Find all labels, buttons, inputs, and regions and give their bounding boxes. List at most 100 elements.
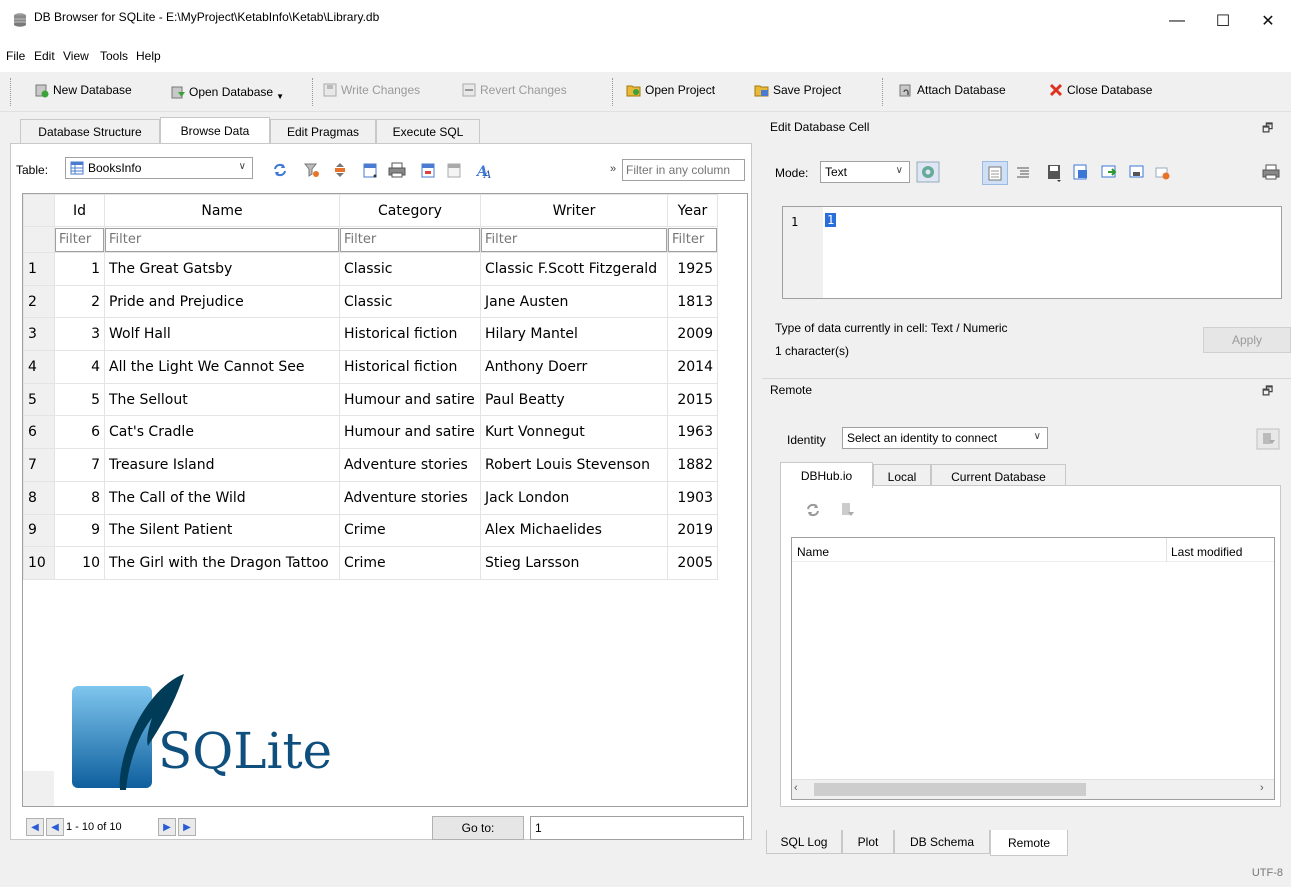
- clear-filters-icon[interactable]: [304, 162, 320, 178]
- find-replace-icon[interactable]: AA: [476, 162, 494, 180]
- cell-id[interactable]: 8: [54, 480, 105, 515]
- export-file-icon[interactable]: [1072, 163, 1090, 181]
- cell-id[interactable]: 6: [54, 415, 105, 450]
- maximize-button[interactable]: ☐: [1200, 0, 1246, 42]
- cell-name[interactable]: Cat's Cradle: [104, 415, 340, 450]
- cell-writer[interactable]: Robert Louis Stevenson: [480, 448, 668, 482]
- save-project-button[interactable]: Save Project: [754, 82, 841, 98]
- cell-writer[interactable]: Jane Austen: [480, 284, 668, 319]
- indent-icon[interactable]: [1016, 166, 1030, 180]
- cell-editor[interactable]: 1 1: [782, 206, 1282, 299]
- first-record-button[interactable]: ◀: [26, 818, 44, 836]
- tab-remote[interactable]: Remote: [990, 830, 1068, 856]
- table-row[interactable]: 3 3 Wolf Hall Historical fiction Hilary Mant…: [23, 317, 718, 352]
- column-header-name[interactable]: Name: [104, 194, 340, 227]
- column-header-year[interactable]: Year: [667, 194, 718, 227]
- menu-view[interactable]: View: [63, 49, 89, 63]
- new-database-button[interactable]: New Database: [34, 82, 132, 98]
- minimize-button[interactable]: —: [1154, 0, 1200, 42]
- cell-name[interactable]: Wolf Hall: [104, 317, 340, 352]
- table-select[interactable]: BooksInfo ∨: [65, 157, 253, 179]
- previous-record-button[interactable]: ◀: [46, 818, 64, 836]
- row-number[interactable]: 1: [23, 252, 55, 286]
- goto-button[interactable]: Go to:: [432, 816, 524, 840]
- cell-id[interactable]: 2: [54, 284, 105, 319]
- float-dock-icon[interactable]: 🗗: [1262, 119, 1273, 140]
- horizontal-scrollbar[interactable]: ‹ ›: [792, 779, 1274, 799]
- row-number[interactable]: 2: [23, 284, 55, 319]
- cell-year[interactable]: 1925: [667, 252, 718, 286]
- close-database-button[interactable]: Close Database: [1048, 82, 1152, 98]
- cell-name[interactable]: Treasure Island: [104, 448, 340, 482]
- table-row[interactable]: 8 8 The Call of the Wild Adventure stories J…: [23, 480, 718, 515]
- filter-input-writer[interactable]: [481, 227, 667, 252]
- sort-icon[interactable]: [332, 162, 348, 178]
- table-row[interactable]: 6 6 Cat's Cradle Humour and satire Kurt Vonn…: [23, 415, 718, 450]
- cell-id[interactable]: 10: [54, 546, 105, 580]
- cell-year[interactable]: 1963: [667, 415, 718, 450]
- row-number[interactable]: 4: [23, 350, 55, 384]
- cell-writer[interactable]: Stieg Larsson: [480, 546, 668, 580]
- attach-database-button[interactable]: Attach Database: [898, 82, 1006, 98]
- apply-button[interactable]: Apply: [1203, 327, 1291, 353]
- table-row[interactable]: 5 5 The Sellout Humour and satire Paul Beatt…: [23, 382, 718, 417]
- auto-switch-mode-icon[interactable]: [916, 161, 940, 183]
- cell-year[interactable]: 2005: [667, 546, 718, 580]
- refresh-icon[interactable]: [271, 161, 289, 179]
- clone-icon[interactable]: [838, 501, 856, 519]
- cell-year[interactable]: 2015: [667, 382, 718, 417]
- menu-file[interactable]: File: [6, 49, 25, 63]
- row-number[interactable]: 10: [23, 546, 55, 580]
- table-row[interactable]: 1 1 The Great Gatsby Classic Classic F.Scott…: [23, 252, 718, 286]
- cell-id[interactable]: 4: [54, 350, 105, 384]
- filter-input-year[interactable]: [668, 227, 717, 252]
- insert-record-icon[interactable]: [420, 162, 438, 180]
- cell-name[interactable]: The Call of the Wild: [104, 480, 340, 515]
- row-number[interactable]: 3: [23, 317, 55, 352]
- cell-writer[interactable]: Alex Michaelides: [480, 513, 668, 548]
- row-number[interactable]: 5: [23, 382, 55, 417]
- cell-category[interactable]: Humour and satire: [339, 382, 481, 417]
- tab-dbhub[interactable]: DBHub.io: [780, 462, 873, 488]
- next-record-button[interactable]: ▶: [158, 818, 176, 836]
- cell-editor-text[interactable]: 1: [825, 213, 837, 227]
- tab-execute-sql[interactable]: Execute SQL: [376, 119, 480, 143]
- save-table-icon[interactable]: [362, 162, 380, 180]
- open-in-editor-icon[interactable]: [1128, 163, 1146, 181]
- cell-category[interactable]: Adventure stories: [339, 448, 481, 482]
- tab-db-schema[interactable]: DB Schema: [894, 830, 990, 854]
- cell-writer[interactable]: Hilary Mantel: [480, 317, 668, 352]
- column-header-last-modified[interactable]: Last modified: [1171, 545, 1242, 559]
- delete-record-icon[interactable]: [446, 162, 464, 180]
- tab-database-structure[interactable]: Database Structure: [20, 119, 160, 143]
- dropdown-arrow-icon[interactable]: ▼: [276, 92, 284, 101]
- set-null-icon[interactable]: [1100, 163, 1118, 181]
- close-window-button[interactable]: ✕: [1245, 0, 1291, 42]
- more-toolbar-button[interactable]: »: [610, 163, 616, 175]
- corner-header[interactable]: [23, 194, 55, 227]
- cell-id[interactable]: 3: [54, 317, 105, 352]
- filter-input-category[interactable]: [340, 227, 480, 252]
- cell-writer[interactable]: Anthony Doerr: [480, 350, 668, 384]
- cell-year[interactable]: 2009: [667, 317, 718, 352]
- cell-id[interactable]: 7: [54, 448, 105, 482]
- cell-name[interactable]: The Great Gatsby: [104, 252, 340, 286]
- float-dock-icon[interactable]: 🗗: [1262, 382, 1273, 403]
- revert-changes-button[interactable]: Revert Changes: [461, 82, 567, 98]
- cell-writer[interactable]: Kurt Vonnegut: [480, 415, 668, 450]
- cell-id[interactable]: 1: [54, 252, 105, 286]
- print-icon[interactable]: [388, 162, 406, 178]
- last-record-button[interactable]: ▶: [178, 818, 196, 836]
- cell-id[interactable]: 5: [54, 382, 105, 417]
- mode-select[interactable]: Text ∨: [820, 161, 910, 183]
- cell-year[interactable]: 2019: [667, 513, 718, 548]
- cell-writer[interactable]: Paul Beatty: [480, 382, 668, 417]
- column-header-writer[interactable]: Writer: [480, 194, 668, 227]
- cell-category[interactable]: Crime: [339, 546, 481, 580]
- cell-year[interactable]: 2014: [667, 350, 718, 384]
- cell-writer[interactable]: Jack London: [480, 480, 668, 515]
- remote-file-list[interactable]: Name Last modified ‹ ›: [791, 537, 1275, 800]
- column-header-category[interactable]: Category: [339, 194, 481, 227]
- cell-year[interactable]: 1813: [667, 284, 718, 319]
- goto-input[interactable]: [530, 816, 744, 840]
